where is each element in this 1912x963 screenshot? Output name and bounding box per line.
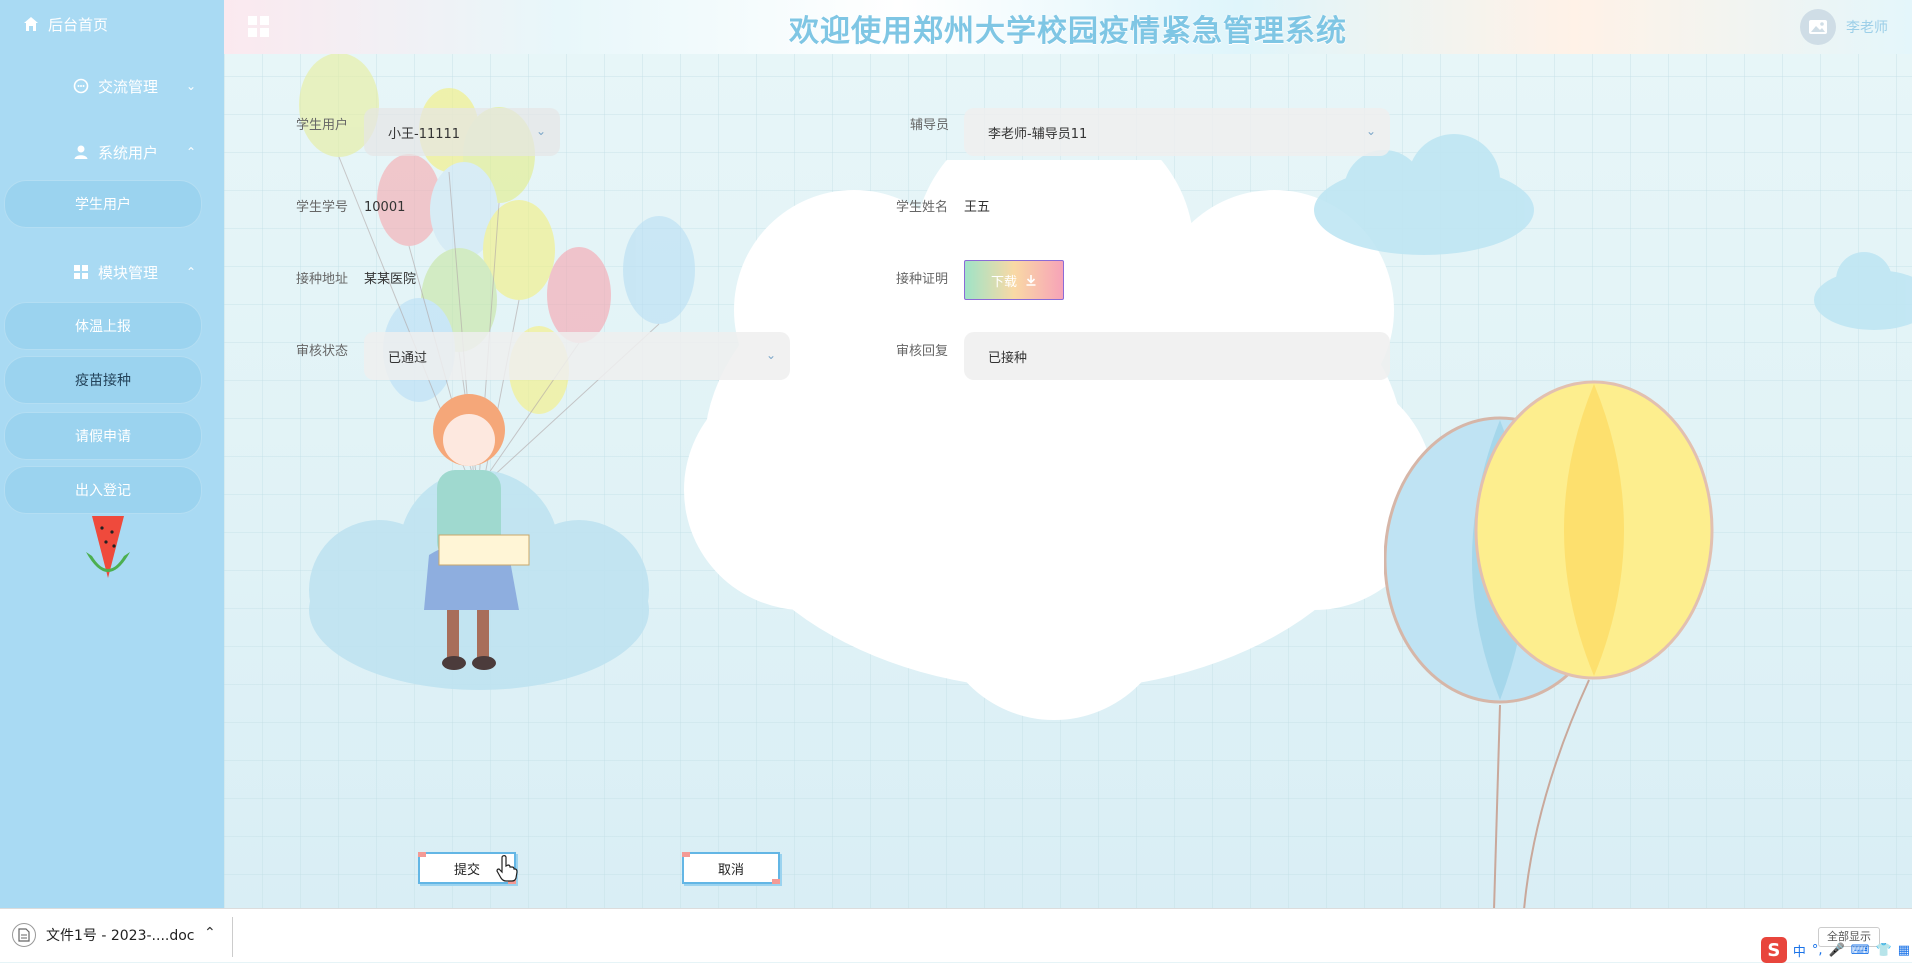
review-reply-input[interactable]: 已接种 [964, 332, 1390, 380]
cancel-label: 取消 [717, 862, 744, 878]
sidebar-item-leave[interactable]: 请假申请 [4, 412, 202, 460]
ime-tray: S 中 °, 🎤 ⌨ 👕 ▦ [1760, 937, 1910, 963]
chevron-up-icon: ⌃ [186, 265, 197, 279]
sidebar-group-modules[interactable]: 模块管理 ⌃ [0, 250, 224, 294]
student-user-value: 小王-11111 [388, 126, 461, 142]
sidebar-item-temperature[interactable]: 体温上报 [4, 302, 202, 350]
sogou-ime-icon[interactable]: S [1760, 937, 1787, 963]
chat-icon [72, 77, 90, 95]
divider [232, 917, 233, 957]
avatar-image-icon [1800, 9, 1836, 45]
chevron-down-icon: ⌄ [765, 348, 776, 362]
student-no-label: 学生学号 [296, 200, 349, 215]
grid-icon [72, 263, 90, 281]
download-label: 下载 [990, 274, 1017, 290]
student-name-label: 学生姓名 [896, 200, 949, 215]
student-no-value: 10001 [364, 200, 406, 215]
chevron-down-icon: ⌄ [535, 124, 546, 138]
student-user-label: 学生用户 [296, 118, 349, 133]
sidebar-item-label: 出入登记 [75, 483, 131, 499]
page-title: 欢迎使用郑州大学校园疫情紧急管理系统 [789, 14, 1347, 49]
vacc-address-label: 接种地址 [296, 272, 349, 287]
download-file-name: 文件1号 - 2023-....doc [46, 928, 195, 944]
sidebar-group-label: 系统用户 [98, 143, 159, 162]
sidebar-item-label: 体温上报 [75, 319, 131, 335]
hot-air-balloons-illustration [1384, 380, 1714, 908]
hand-cursor-icon [496, 855, 518, 882]
cancel-button[interactable]: 取消 [682, 852, 780, 884]
sidebar-group-label: 交流管理 [98, 77, 159, 96]
cloud-small-decoration [1814, 252, 1912, 330]
sidebar-group-label: 模块管理 [98, 263, 159, 282]
vacc-cert-label: 接种证明 [896, 272, 949, 287]
home-icon [22, 15, 40, 33]
download-bar: 文件1号 - 2023-....doc ⌃ 全部显示 S 中 °, 🎤 ⌨ 👕 … [0, 908, 1912, 963]
submit-label: 提交 [453, 862, 480, 878]
toolbox-grid-icon[interactable]: ▦ [1898, 943, 1910, 958]
review-reply-label: 审核回复 [896, 344, 949, 359]
chevron-up-icon[interactable]: ⌃ [204, 925, 216, 941]
download-file-item[interactable]: 文件1号 - 2023-....doc [12, 923, 195, 947]
sidebar-item-vaccination[interactable]: 疫苗接种 [4, 356, 202, 404]
punctuation-icon[interactable]: °, [1812, 943, 1823, 958]
sidebar-home[interactable]: 后台首页 [0, 2, 224, 46]
sidebar-item-access-log[interactable]: 出入登记 [4, 466, 202, 514]
download-icon [1026, 275, 1036, 286]
vacc-address-value: 某某医院 [364, 272, 417, 287]
chevron-up-icon: ⌃ [186, 145, 197, 159]
sidebar-item-label: 学生用户 [75, 197, 131, 213]
review-status-label: 审核状态 [296, 344, 349, 359]
review-status-select[interactable]: 已通过 ⌄ [364, 332, 790, 380]
chevron-down-icon: ⌄ [1365, 124, 1376, 138]
microphone-icon[interactable]: 🎤 [1829, 943, 1845, 958]
header: 欢迎使用郑州大学校园疫情紧急管理系统 李老师 [224, 0, 1912, 54]
review-status-value: 已通过 [388, 350, 428, 366]
keyboard-icon[interactable]: ⌨ [1851, 943, 1870, 958]
download-button[interactable]: 下载 [964, 260, 1064, 300]
watermelon-decoration [86, 516, 130, 578]
sidebar-group-communication[interactable]: 交流管理 ⌄ [0, 64, 224, 108]
counselor-label: 辅导员 [910, 118, 950, 133]
sidebar: 后台首页 交流管理 ⌄ 系统用户 ⌃ 学生用户 模块管理 ⌃ 体温上报 疫苗接种… [0, 0, 224, 908]
review-reply-value: 已接种 [988, 350, 1028, 366]
user-menu[interactable]: 李老师 [1800, 9, 1888, 45]
student-name-value: 王五 [964, 200, 991, 215]
chevron-down-icon: ⌄ [186, 79, 197, 93]
counselor-select[interactable]: 李老师-辅导员11 ⌄ [964, 108, 1390, 156]
document-icon [12, 923, 36, 947]
user-icon [72, 143, 90, 161]
sidebar-home-label: 后台首页 [48, 15, 109, 34]
sidebar-group-system-users[interactable]: 系统用户 ⌃ [0, 130, 224, 174]
sidebar-item-label: 请假申请 [75, 429, 131, 445]
main-area: 欢迎使用郑州大学校园疫情紧急管理系统 李老师 学生用户 小王-11111 ⌄ 辅… [224, 0, 1912, 908]
sidebar-item-label: 疫苗接种 [75, 373, 131, 389]
counselor-value: 李老师-辅导员11 [988, 126, 1088, 142]
skin-shirt-icon[interactable]: 👕 [1876, 943, 1892, 958]
user-name: 李老师 [1846, 20, 1888, 36]
student-user-select[interactable]: 小王-11111 ⌄ [364, 108, 560, 156]
sidebar-item-student-users[interactable]: 学生用户 [4, 180, 202, 228]
ime-mode[interactable]: 中 [1793, 941, 1806, 960]
